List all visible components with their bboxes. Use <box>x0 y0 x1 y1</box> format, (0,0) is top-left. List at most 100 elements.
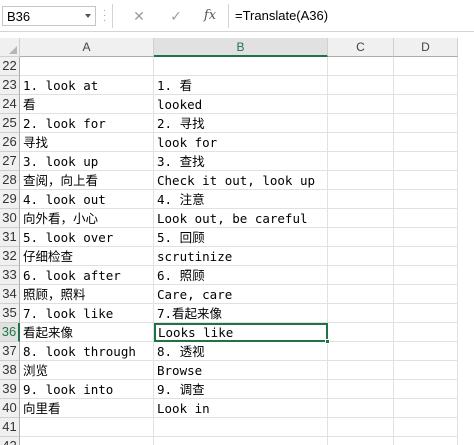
cell-a35[interactable]: 7. look like <box>20 304 154 323</box>
cell-d30[interactable] <box>394 209 458 228</box>
resize-handle-icon[interactable]: · · · <box>103 6 107 26</box>
column-header-c[interactable]: C <box>328 38 394 57</box>
row-header-35[interactable]: 35 <box>0 304 20 323</box>
cell-d25[interactable] <box>394 114 458 133</box>
cell-a32[interactable]: 仔细检查 <box>20 247 154 266</box>
cell-a30[interactable]: 向外看，小心 <box>20 209 154 228</box>
cell-a41[interactable] <box>20 418 154 437</box>
column-header-d[interactable]: D <box>394 38 458 57</box>
row-header-29[interactable]: 29 <box>0 190 20 209</box>
row-header-26[interactable]: 26 <box>0 133 20 152</box>
cell-a40[interactable]: 向里看 <box>20 399 154 418</box>
row-header-31[interactable]: 31 <box>0 228 20 247</box>
cell-a22[interactable] <box>20 57 154 76</box>
cell-c36[interactable] <box>328 323 394 342</box>
cell-d36[interactable] <box>394 323 458 342</box>
cell-b41[interactable] <box>154 418 328 437</box>
column-header-b[interactable]: B <box>154 38 328 57</box>
cell-d38[interactable] <box>394 361 458 380</box>
cell-c22[interactable] <box>328 57 394 76</box>
cell-b22[interactable] <box>154 57 328 76</box>
row-header-22[interactable]: 22 <box>0 57 20 76</box>
cell-b24[interactable]: looked <box>154 95 328 114</box>
cell-a34[interactable]: 照顾，照料 <box>20 285 154 304</box>
cell-d39[interactable] <box>394 380 458 399</box>
cell-c34[interactable] <box>328 285 394 304</box>
column-header-a[interactable]: A <box>20 38 154 57</box>
row-header-30[interactable]: 30 <box>0 209 20 228</box>
row-header-23[interactable]: 23 <box>0 76 20 95</box>
row-header-33[interactable]: 33 <box>0 266 20 285</box>
cell-a38[interactable]: 浏览 <box>20 361 154 380</box>
cell-a36[interactable]: 看起来像 <box>20 323 154 342</box>
cell-d28[interactable] <box>394 171 458 190</box>
fill-handle[interactable] <box>325 339 330 344</box>
confirm-icon[interactable]: ✓ <box>165 5 187 27</box>
cell-c27[interactable] <box>328 152 394 171</box>
cell-c23[interactable] <box>328 76 394 95</box>
cell-c24[interactable] <box>328 95 394 114</box>
cell-c25[interactable] <box>328 114 394 133</box>
cell-d41[interactable] <box>394 418 458 437</box>
cell-a24[interactable]: 看 <box>20 95 154 114</box>
cell-b36[interactable]: Looks like <box>154 323 328 342</box>
chevron-down-icon[interactable] <box>85 14 91 18</box>
row-header-41[interactable]: 41 <box>0 418 20 437</box>
cell-b33[interactable]: 6. 照顾 <box>154 266 328 285</box>
cell-d22[interactable] <box>394 57 458 76</box>
cell-d23[interactable] <box>394 76 458 95</box>
cell-d37[interactable] <box>394 342 458 361</box>
cell-a39[interactable]: 9. look into <box>20 380 154 399</box>
cell-a28[interactable]: 查阅，向上看 <box>20 171 154 190</box>
cell-d29[interactable] <box>394 190 458 209</box>
cell-a26[interactable]: 寻找 <box>20 133 154 152</box>
cell-c32[interactable] <box>328 247 394 266</box>
row-header-37[interactable]: 37 <box>0 342 20 361</box>
cell-a33[interactable]: 6. look after <box>20 266 154 285</box>
cell-a29[interactable]: 4. look out <box>20 190 154 209</box>
cell-b37[interactable]: 8. 透视 <box>154 342 328 361</box>
row-header-28[interactable]: 28 <box>0 171 20 190</box>
cell-d32[interactable] <box>394 247 458 266</box>
cell-c30[interactable] <box>328 209 394 228</box>
cell-c37[interactable] <box>328 342 394 361</box>
cell-b34[interactable]: Care, care <box>154 285 328 304</box>
cell-b40[interactable]: Look in <box>154 399 328 418</box>
row-header-24[interactable]: 24 <box>0 95 20 114</box>
cell-c31[interactable] <box>328 228 394 247</box>
cell-b32[interactable]: scrutinize <box>154 247 328 266</box>
cell-d31[interactable] <box>394 228 458 247</box>
cell-c26[interactable] <box>328 133 394 152</box>
cell-b38[interactable]: Browse <box>154 361 328 380</box>
cell-b26[interactable]: look for <box>154 133 328 152</box>
cancel-icon[interactable]: ✕ <box>128 5 150 27</box>
cell-c35[interactable] <box>328 304 394 323</box>
row-header-40[interactable]: 40 <box>0 399 20 418</box>
cell-d42[interactable] <box>394 437 458 445</box>
cell-c41[interactable] <box>328 418 394 437</box>
row-header-27[interactable]: 27 <box>0 152 20 171</box>
cell-c33[interactable] <box>328 266 394 285</box>
cell-c39[interactable] <box>328 380 394 399</box>
cell-d24[interactable] <box>394 95 458 114</box>
function-icon[interactable]: fx <box>199 5 221 27</box>
row-header-32[interactable]: 32 <box>0 247 20 266</box>
cell-b27[interactable]: 3. 查找 <box>154 152 328 171</box>
cell-a31[interactable]: 5. look over <box>20 228 154 247</box>
row-header-36[interactable]: 36 <box>0 323 20 342</box>
cell-b31[interactable]: 5. 回顾 <box>154 228 328 247</box>
cell-d26[interactable] <box>394 133 458 152</box>
cell-a37[interactable]: 8. look through <box>20 342 154 361</box>
cell-a42[interactable] <box>20 437 154 445</box>
cell-a27[interactable]: 3. look up <box>20 152 154 171</box>
cell-d35[interactable] <box>394 304 458 323</box>
cell-a23[interactable]: 1. look at <box>20 76 154 95</box>
row-header-39[interactable]: 39 <box>0 380 20 399</box>
row-header-42[interactable]: 42 <box>0 437 20 445</box>
cell-d27[interactable] <box>394 152 458 171</box>
row-header-34[interactable]: 34 <box>0 285 20 304</box>
cell-b29[interactable]: 4. 注意 <box>154 190 328 209</box>
cell-c28[interactable] <box>328 171 394 190</box>
cell-b39[interactable]: 9. 调查 <box>154 380 328 399</box>
cell-b28[interactable]: Check it out, look up <box>154 171 328 190</box>
